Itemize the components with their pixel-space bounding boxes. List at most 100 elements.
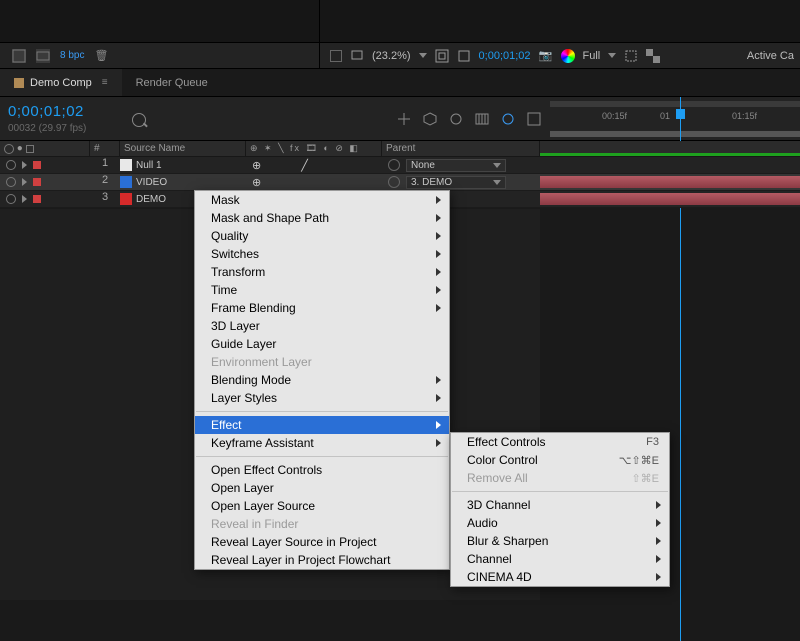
- twirl-icon[interactable]: [22, 161, 27, 169]
- menu-item-cinema-4d[interactable]: CINEMA 4D: [451, 568, 669, 586]
- menu-item-audio[interactable]: Audio: [451, 514, 669, 532]
- menu-item-blur-sharpen[interactable]: Blur & Sharpen: [451, 532, 669, 550]
- tab-menu-icon[interactable]: ≡: [102, 77, 108, 88]
- menu-item-time[interactable]: Time: [195, 281, 449, 299]
- menu-item-transform[interactable]: Transform: [195, 263, 449, 281]
- comp-timecode[interactable]: 0;00;01;02: [8, 103, 84, 120]
- menu-item-3d-layer[interactable]: 3D Layer: [195, 317, 449, 335]
- layer-color-chip: [120, 176, 132, 188]
- timeline-tracks[interactable]: [540, 157, 800, 208]
- menu-item-color-control[interactable]: Color Control⌥⇧⌘E: [451, 451, 669, 469]
- menu-item-effect[interactable]: Effect: [195, 416, 449, 434]
- video-toggle[interactable]: [6, 160, 16, 170]
- layer-name[interactable]: VIDEO: [136, 177, 167, 188]
- track-row[interactable]: [540, 191, 800, 208]
- safe-zones-icon[interactable]: [435, 49, 449, 63]
- tab-comp[interactable]: Demo Comp ≡: [0, 69, 122, 96]
- channel-icon[interactable]: [561, 49, 575, 63]
- twirl-icon[interactable]: [22, 195, 27, 203]
- roi-icon[interactable]: [624, 49, 638, 63]
- render-settings-icon[interactable]: [36, 49, 50, 63]
- menu-item-blending-mode[interactable]: Blending Mode: [195, 371, 449, 389]
- menu-item-effect-controls[interactable]: Effect ControlsF3: [451, 433, 669, 451]
- magnification-icon[interactable]: [350, 49, 364, 63]
- timeline-options: [396, 111, 542, 127]
- menu-item-open-layer[interactable]: Open Layer: [195, 479, 449, 497]
- menu-item-quality[interactable]: Quality: [195, 227, 449, 245]
- shy-switch[interactable]: ⊕: [252, 176, 261, 189]
- search-icon[interactable]: [132, 113, 146, 127]
- col-av-toggles: ●: [0, 141, 90, 156]
- hide-shy-icon[interactable]: [448, 111, 464, 127]
- video-toggle[interactable]: [6, 177, 16, 187]
- draft3d-icon[interactable]: [422, 111, 438, 127]
- parent-dropdown[interactable]: 3. DEMO: [406, 176, 506, 189]
- layer-bar[interactable]: [540, 193, 800, 205]
- menu-item-mask-and-shape-path[interactable]: Mask and Shape Path: [195, 209, 449, 227]
- current-time-display[interactable]: 0;00;01;02: [479, 50, 531, 62]
- menu-item-frame-blending[interactable]: Frame Blending: [195, 299, 449, 317]
- zoom-level[interactable]: (23.2%): [372, 50, 411, 62]
- pickwhip-icon[interactable]: [388, 159, 400, 171]
- menu-item-layer-styles[interactable]: Layer Styles: [195, 389, 449, 407]
- tab-comp-label: Demo Comp: [30, 77, 92, 89]
- viewer-strip: [320, 0, 800, 42]
- zoom-dropdown-icon[interactable]: [419, 53, 427, 58]
- track-row[interactable]: [540, 174, 800, 191]
- label-color[interactable]: [33, 161, 41, 169]
- layer-name[interactable]: Null 1: [136, 160, 162, 171]
- menu-item-keyframe-assistant[interactable]: Keyframe Assistant: [195, 434, 449, 452]
- chevron-down-icon: [493, 180, 501, 185]
- project-footer: 8 bpc 🗑: [0, 43, 320, 68]
- tab-render-queue[interactable]: Render Queue: [122, 69, 222, 96]
- playhead-handle[interactable]: [676, 109, 685, 119]
- layer-index: 1: [90, 157, 120, 173]
- speaker-icon: ●: [17, 143, 23, 154]
- comp-icon: [14, 78, 24, 88]
- layer-bar[interactable]: [540, 176, 800, 188]
- menu-item-mask[interactable]: Mask: [195, 191, 449, 209]
- menu-item-switches[interactable]: Switches: [195, 245, 449, 263]
- mask-toggle-icon[interactable]: [457, 49, 471, 63]
- menu-item-guide-layer[interactable]: Guide Layer: [195, 335, 449, 353]
- quality-switch[interactable]: ╱: [301, 159, 308, 172]
- twirl-icon[interactable]: [22, 178, 27, 186]
- frame-blend-icon[interactable]: [474, 111, 490, 127]
- resolution-dropdown-icon[interactable]: [608, 53, 616, 58]
- footer-info-bar: 8 bpc 🗑 (23.2%) 0;00;01;02 📷 Full Active…: [0, 43, 800, 69]
- col-switches: ⊕ ✶ ╲ fx 🎞 ◐ ⊘ ◧: [246, 141, 382, 156]
- menu-item-open-effect-controls[interactable]: Open Effect Controls: [195, 461, 449, 479]
- color-depth-toggle[interactable]: 8 bpc: [60, 50, 84, 61]
- parent-dropdown[interactable]: None: [406, 159, 506, 172]
- work-area-bar[interactable]: [550, 131, 800, 137]
- comp-mini-flowchart-icon[interactable]: [396, 111, 412, 127]
- label-color[interactable]: [33, 195, 41, 203]
- menu-item-3d-channel[interactable]: 3D Channel: [451, 496, 669, 514]
- navigator[interactable]: [550, 101, 800, 107]
- camera-dropdown[interactable]: Active Ca: [747, 50, 794, 62]
- layer-index: 3: [90, 191, 120, 207]
- grid-toggle-icon[interactable]: [330, 50, 342, 62]
- snapshot-icon[interactable]: 📷: [539, 49, 553, 63]
- label-color[interactable]: [33, 178, 41, 186]
- menu-item-reveal-layer-in-project-flowchart[interactable]: Reveal Layer in Project Flowchart: [195, 551, 449, 569]
- motion-blur-icon[interactable]: [500, 111, 516, 127]
- col-source-name[interactable]: Source Name: [120, 141, 246, 156]
- time-ruler[interactable]: 00:15f 01 01:15f: [540, 97, 800, 141]
- menu-item-open-layer-source[interactable]: Open Layer Source: [195, 497, 449, 515]
- chevron-down-icon: [493, 163, 501, 168]
- layer-index: 2: [90, 174, 120, 190]
- menu-item-remove-all: Remove All⇧⌘E: [451, 469, 669, 487]
- effect-submenu: Effect ControlsF3Color Control⌥⇧⌘ERemove…: [450, 432, 670, 587]
- resolution-dropdown[interactable]: Full: [583, 50, 601, 62]
- video-toggle[interactable]: [6, 194, 16, 204]
- flowchart-icon[interactable]: [12, 49, 26, 63]
- layer-name[interactable]: DEMO: [136, 194, 166, 205]
- track-row[interactable]: [540, 157, 800, 174]
- pickwhip-icon[interactable]: [388, 176, 400, 188]
- transparency-grid-icon[interactable]: [646, 49, 660, 63]
- menu-item-channel[interactable]: Channel: [451, 550, 669, 568]
- trash-icon[interactable]: 🗑: [94, 49, 108, 62]
- menu-item-reveal-layer-source-in-project[interactable]: Reveal Layer Source in Project: [195, 533, 449, 551]
- shy-switch[interactable]: ⊕: [252, 159, 261, 172]
